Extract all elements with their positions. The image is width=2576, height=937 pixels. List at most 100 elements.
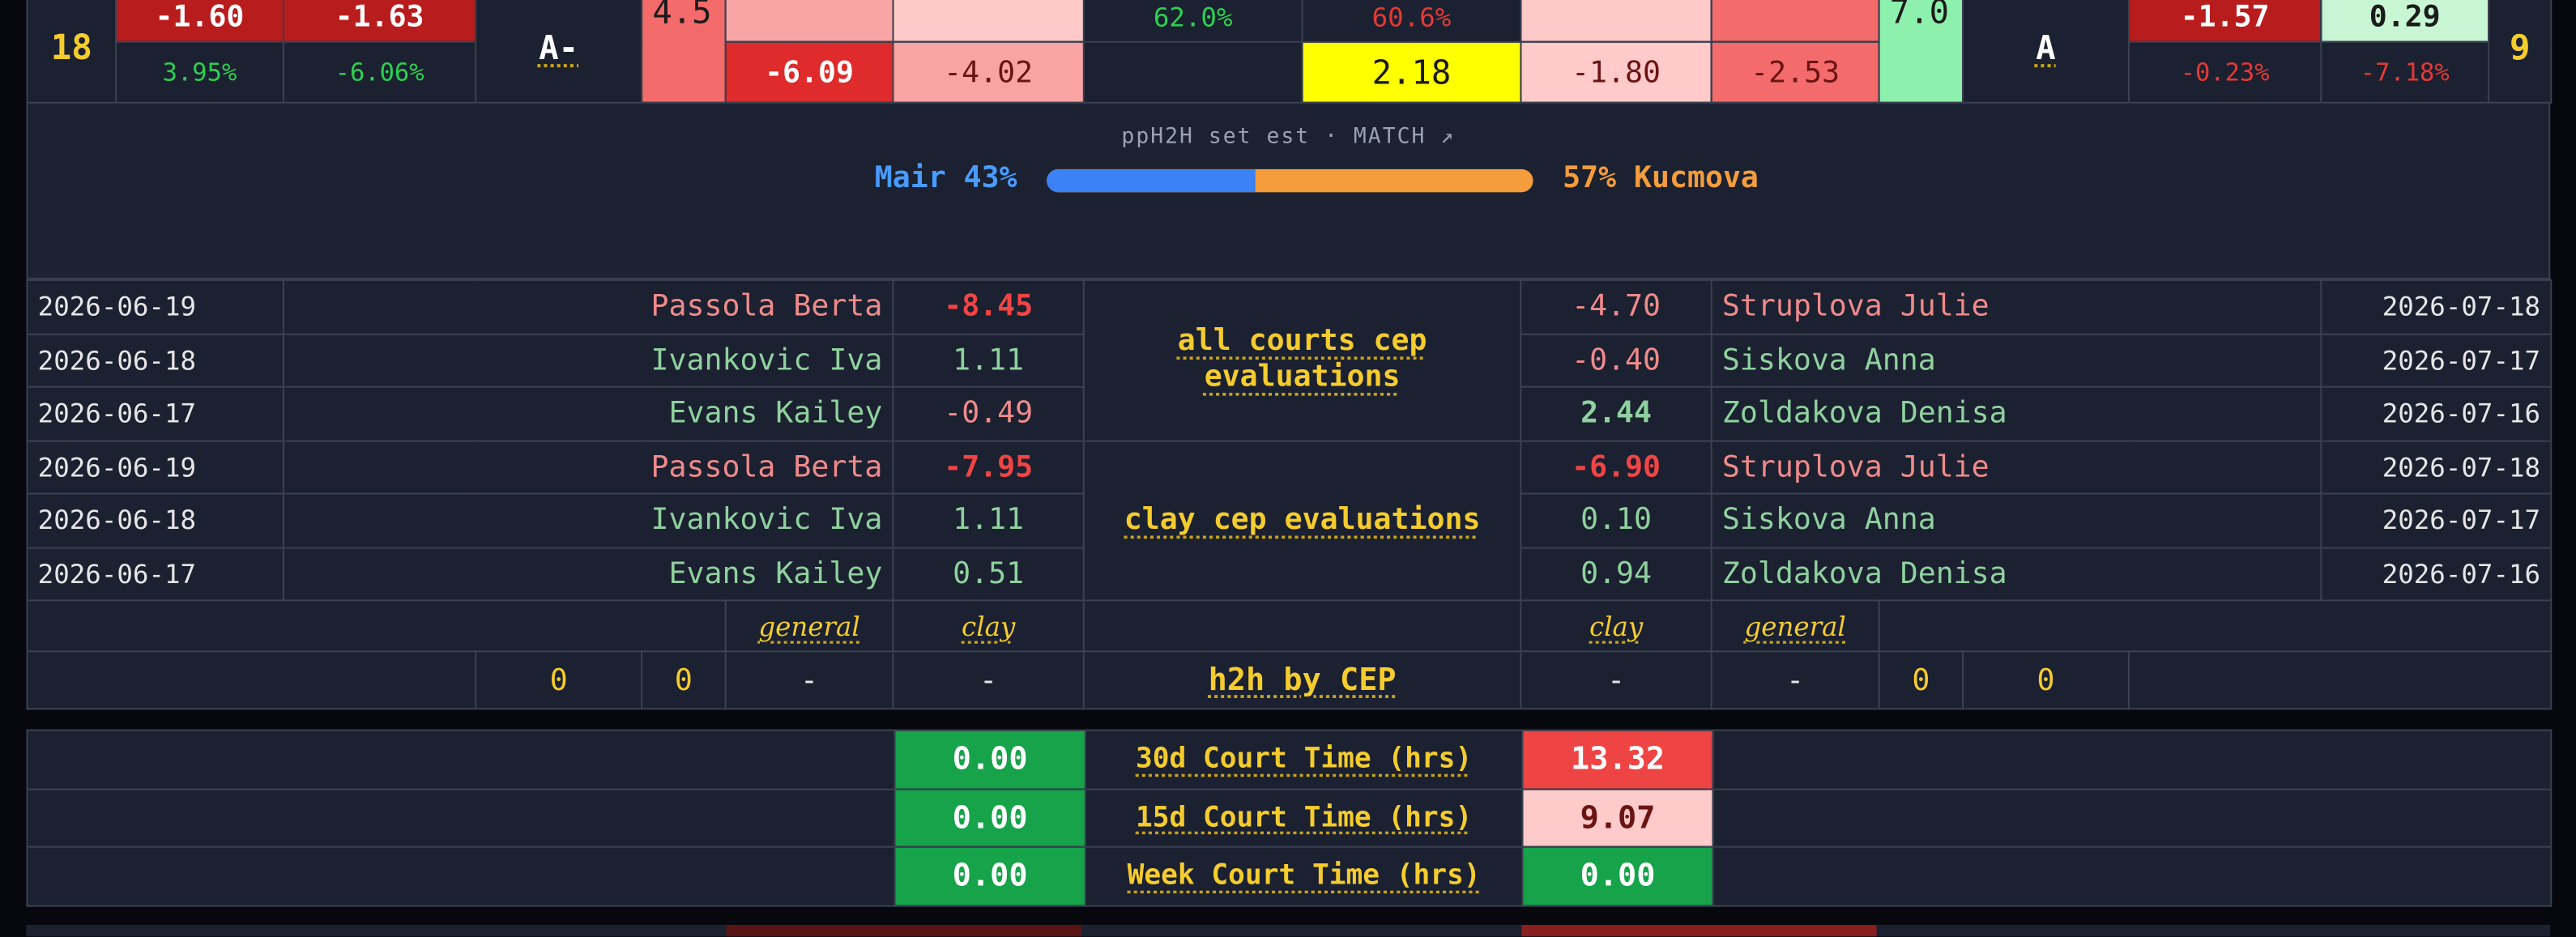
eval-right-opponent[interactable]: Siskova Anna (1710, 332, 2322, 388)
right-rank: 9 (2488, 0, 2553, 104)
h2h-clay-right[interactable]: clay (1520, 599, 1712, 653)
h2h-label[interactable]: h2h by CEP (1082, 650, 1522, 710)
h2h-header-spacer-left (26, 599, 727, 653)
eval-left-date: 2026-06-18 (26, 492, 284, 548)
h2h-general-left[interactable]: general (724, 599, 894, 653)
mid-left-top-b (892, 0, 1085, 43)
eval-right-value: 0.10 (1520, 492, 1712, 548)
h2h-left-general-val: - (724, 650, 894, 710)
all-courts-evaluations-label[interactable]: all courts cep evaluations (1082, 279, 1522, 441)
eval-right-opponent[interactable]: Zoldakova Denisa (1710, 546, 2322, 602)
court-time-label[interactable]: 15d Court Time (hrs) (1084, 787, 1524, 848)
eval-left-value: 1.11 (892, 332, 1085, 388)
eval-left-opponent[interactable]: Ivankovic Iva (282, 332, 894, 388)
left-rank: 18 (26, 0, 117, 104)
right-val-2: 0.29 (2320, 0, 2490, 43)
h2h-right-clay-val: - (1520, 650, 1712, 710)
mid-right-top-a (1520, 0, 1712, 43)
court-right-value: 0.00 (1521, 845, 1714, 906)
eval-left-value: 1.11 (892, 492, 1085, 548)
court-right-value: 13.32 (1521, 729, 1714, 790)
mid-left-top-a (724, 0, 894, 43)
court-left-value: 0.00 (893, 787, 1086, 848)
probability-bar-left-fill (1047, 168, 1256, 193)
center-empty (1082, 40, 1303, 104)
eval-left-value: -7.95 (892, 439, 1085, 495)
h2h-header-center (1082, 599, 1522, 653)
court-time-row: 0.00 30d Court Time (hrs) 13.32 (26, 729, 2553, 790)
eval-left-opponent[interactable]: Evans Kailey (282, 546, 894, 602)
eval-left-value: 0.51 (892, 546, 1085, 602)
h2h-header-spacer-right (1878, 599, 2553, 653)
court-spacer-right (1712, 787, 2553, 848)
left-player-prob-label: Mair 43% (874, 160, 1017, 196)
eval-left-date: 2026-06-19 (26, 439, 284, 495)
eval-right-date: 2026-07-18 (2320, 439, 2553, 495)
match-probability-panel: ppH2H set est · MATCH ↗ Mair 43% 57% Kuc… (26, 101, 2551, 279)
eval-left-value: -0.49 (892, 385, 1085, 441)
h2h-left-count-2: 0 (641, 650, 727, 710)
court-left-value: 0.00 (893, 729, 1086, 790)
mid-left-val-2: -4.02 (892, 40, 1085, 104)
eval-right-value: -0.40 (1520, 332, 1712, 388)
right-score: 7.0 (1878, 0, 1964, 104)
h2h-clay-left[interactable]: clay (892, 599, 1085, 653)
eval-right-value: 0.94 (1520, 546, 1712, 602)
eval-right-opponent[interactable]: Zoldakova Denisa (1710, 385, 2322, 441)
mid-right-val-1: -1.80 (1520, 40, 1712, 104)
court-time-label[interactable]: Week Court Time (hrs) (1084, 845, 1524, 906)
center-big-value: 2.18 (1301, 40, 1522, 104)
eval-left-opponent[interactable]: Passola Berta (282, 439, 894, 495)
h2h-left-count-1: 0 (475, 650, 643, 710)
h2h-spacer-right (2127, 650, 2553, 710)
mid-left-val-1: -6.09 (724, 40, 894, 104)
right-val-1: -1.57 (2127, 0, 2322, 43)
eval-right-date: 2026-07-17 (2320, 492, 2553, 548)
eval-row: 2026-06-19 Passola Berta -7.95 clay cep eva… (26, 439, 2553, 602)
left-pct-2: -6.06% (282, 40, 477, 104)
h2h-right-count-2: 0 (1962, 650, 2130, 710)
probability-bar (1047, 168, 1533, 193)
match-header-link[interactable]: ppH2H set est · MATCH ↗ (28, 125, 2548, 149)
eval-left-date: 2026-06-17 (26, 385, 284, 441)
eval-right-value: -6.90 (1520, 439, 1712, 495)
mid-right-top-b (1710, 0, 1880, 43)
eval-left-opponent[interactable]: Ivankovic Iva (282, 492, 894, 548)
center-pct-left: 62.0% (1082, 0, 1303, 43)
eval-right-date: 2026-07-18 (2320, 279, 2553, 334)
eval-right-opponent[interactable]: Siskova Anna (1710, 492, 2322, 548)
court-time-panel: 0.00 30d Court Time (hrs) 13.32 0.00 15d Cou… (26, 729, 2553, 906)
left-score: 4.5 (641, 0, 727, 104)
court-time-row: 0.00 15d Court Time (hrs) 9.07 (26, 787, 2553, 848)
eval-right-date: 2026-07-16 (2320, 546, 2553, 602)
eval-left-date: 2026-06-19 (26, 279, 284, 334)
right-pct-1: -0.23% (2127, 40, 2322, 104)
left-val-1: -1.60 (114, 0, 284, 43)
eval-right-value: 2.44 (1520, 385, 1712, 441)
right-grade[interactable]: A (1962, 0, 2130, 104)
h2h-right-count-1: 0 (1878, 650, 1964, 710)
eval-left-value: -8.45 (892, 279, 1085, 334)
eval-left-opponent[interactable]: Passola Berta (282, 279, 894, 334)
eval-left-opponent[interactable]: Evans Kailey (282, 385, 894, 441)
eval-right-value: -4.70 (1520, 279, 1712, 334)
court-time-label[interactable]: 30d Court Time (hrs) (1084, 729, 1524, 790)
eval-row: 2026-06-19 Passola Berta -8.45 all courts c… (26, 279, 2553, 441)
eval-right-opponent[interactable]: Struplova Julie (1710, 439, 2322, 495)
court-spacer-right (1712, 729, 2553, 790)
left-pct-1: 3.95% (114, 40, 284, 104)
bottom-strip-left-cell (726, 925, 1081, 937)
court-spacer-right (1712, 845, 2553, 906)
bottom-strip-right-cell (1521, 925, 1877, 937)
clay-evaluations-label[interactable]: clay cep evaluations (1082, 439, 1522, 602)
left-grade[interactable]: A- (475, 0, 643, 104)
eval-right-date: 2026-07-17 (2320, 332, 2553, 388)
top-stats-panel: 18 -1.60 -1.63 A- 4.5 62.0% 60.6% 7.0 A … (26, 0, 2553, 104)
bottom-strip (26, 925, 2551, 937)
court-time-row: 0.00 Week Court Time (hrs) 0.00 (26, 845, 2553, 906)
evaluations-panel: 2026-06-19 Passola Berta -8.45 all courts c… (26, 279, 2553, 710)
eval-left-date: 2026-06-17 (26, 546, 284, 602)
eval-right-opponent[interactable]: Struplova Julie (1710, 279, 2322, 334)
court-left-value: 0.00 (893, 845, 1086, 906)
h2h-general-right[interactable]: general (1710, 599, 1880, 653)
